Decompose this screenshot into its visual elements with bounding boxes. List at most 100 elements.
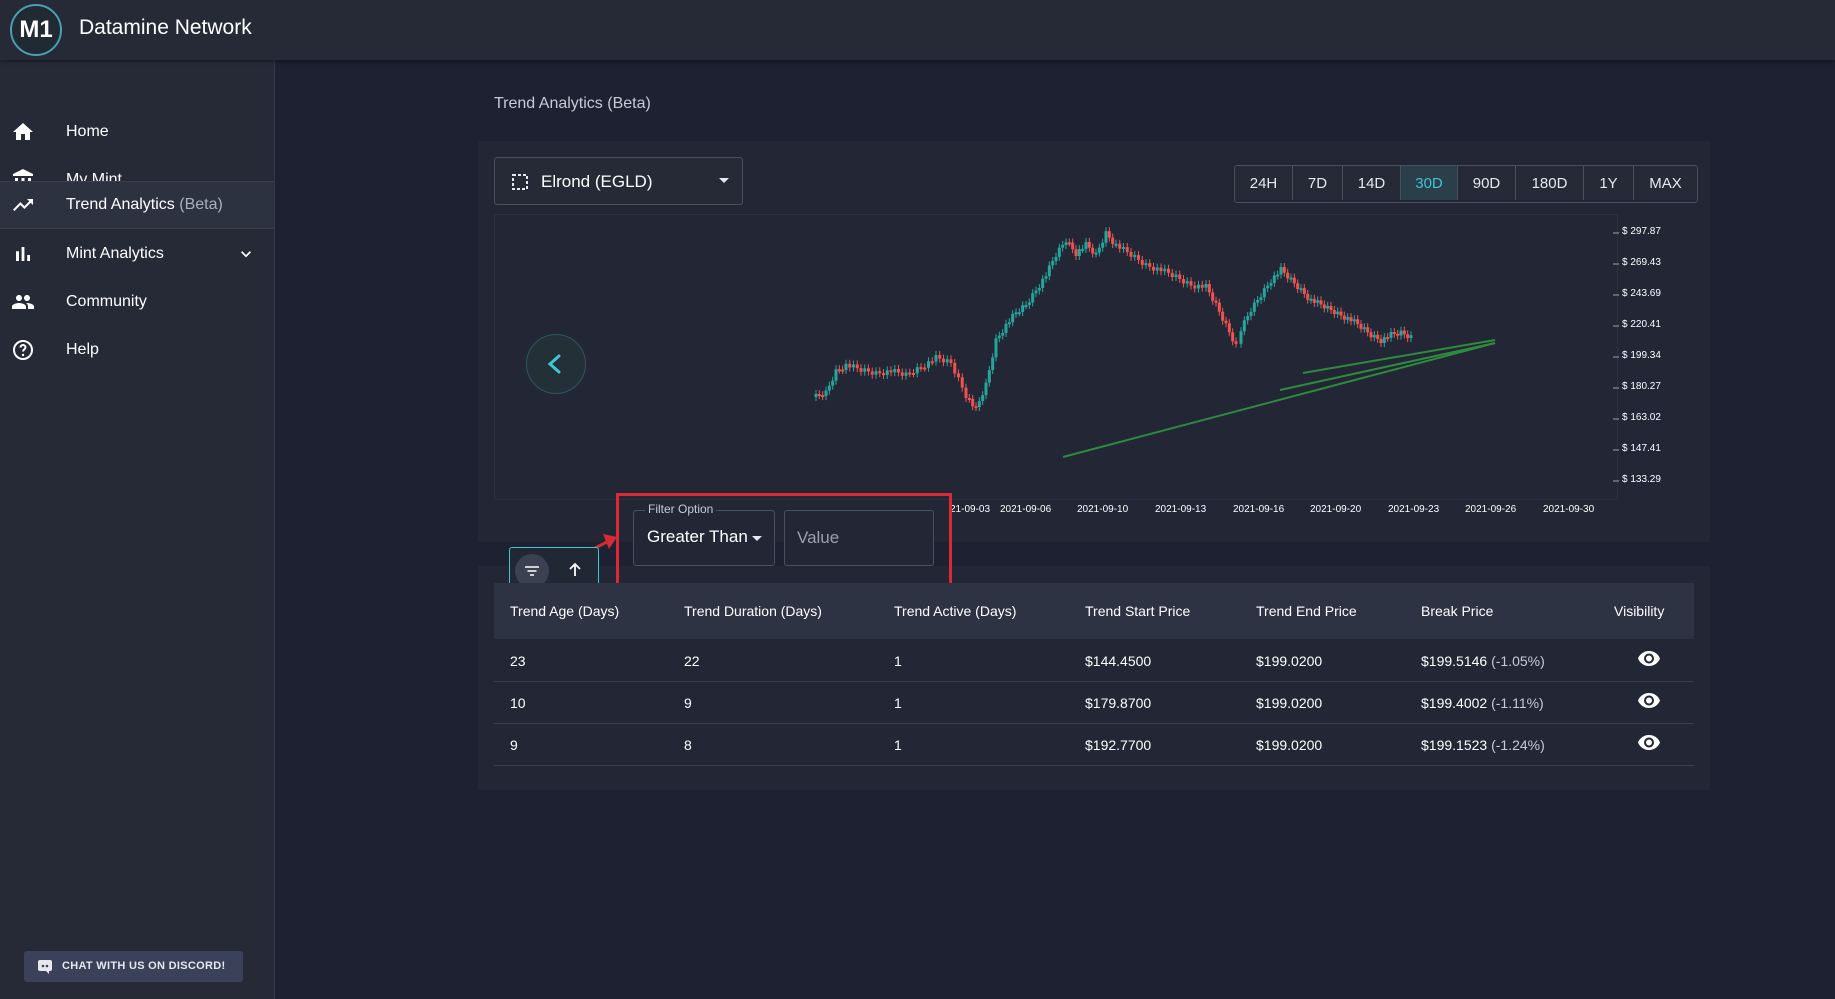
arrow-up-icon[interactable] (566, 561, 584, 579)
chart-back-button[interactable] (526, 334, 586, 394)
sidebar-item-label-text: Trend Analytics (66, 196, 175, 213)
candle (1071, 242, 1075, 250)
date-axis: 21-09-03 2021-09-06 2021-09-10 2021-09-1… (950, 504, 1650, 520)
price-tick: $ 147.41 (1622, 443, 1661, 454)
candle (1017, 312, 1021, 315)
column-header[interactable]: Visibility (1614, 603, 1664, 619)
eye-icon[interactable] (1637, 648, 1661, 668)
sidebar-item-mint-analytics[interactable]: Mint Analytics (0, 230, 274, 278)
price-chart[interactable] (494, 214, 1619, 501)
candle (1137, 255, 1140, 260)
candle (1024, 305, 1028, 307)
candle (1094, 252, 1098, 255)
eye-icon[interactable] (1637, 732, 1661, 752)
table-row[interactable]: 23 22 1 $144.4500 $199.0200 $199.5146 (-… (494, 639, 1694, 682)
candle (1269, 283, 1273, 286)
break-price-percent: (-1.24%) (1491, 737, 1545, 753)
candle (1097, 247, 1101, 253)
candle (942, 358, 945, 363)
candle (1011, 314, 1015, 323)
column-header[interactable]: Trend Active (Days) (894, 603, 1016, 619)
candle (1336, 311, 1340, 315)
candle (855, 364, 859, 369)
candle (1037, 288, 1041, 291)
candle (831, 380, 835, 386)
sidebar-item-trend-analytics[interactable]: Trend Analytics (Beta) (0, 181, 274, 229)
cell-duration: 9 (684, 695, 692, 711)
range-button-max[interactable]: MAX (1634, 166, 1697, 200)
candle (1349, 317, 1353, 322)
coin-select[interactable]: Elrond (EGLD) (494, 157, 743, 205)
page-title: Trend Analytics (Beta) (494, 95, 651, 112)
trending-up-icon (13, 199, 33, 211)
candle (1306, 293, 1310, 300)
candle (1399, 330, 1403, 336)
candle (1396, 333, 1400, 336)
candle (1031, 293, 1035, 303)
candle (1356, 319, 1360, 325)
candle (1193, 285, 1197, 289)
candle (1296, 283, 1300, 290)
candle (1402, 330, 1406, 335)
sidebar-item-help[interactable]: Help (0, 326, 274, 374)
range-button-14d[interactable]: 14D (1343, 166, 1401, 200)
range-button-24h[interactable]: 24H (1235, 166, 1293, 200)
candle (934, 355, 938, 362)
candle (1122, 247, 1125, 249)
candle (1014, 312, 1018, 315)
candle (1276, 274, 1280, 277)
eye-icon[interactable] (1637, 690, 1661, 710)
candle (824, 390, 828, 397)
candle (971, 398, 975, 407)
candle (1239, 331, 1243, 344)
candle (967, 398, 971, 400)
trend-line[interactable] (1279, 342, 1496, 391)
chevron-left-icon (547, 354, 561, 374)
column-header[interactable]: Trend Duration (Days) (684, 603, 822, 619)
candle (1067, 242, 1071, 245)
candle (987, 370, 991, 383)
column-header[interactable]: Break Price (1421, 603, 1493, 619)
candle (1362, 327, 1366, 330)
table-row[interactable]: 10 9 1 $179.8700 $199.0200 $199.4002 (-1… (494, 681, 1694, 724)
table-row[interactable]: 9 8 1 $192.7700 $199.0200 $199.1523 (-1.… (494, 723, 1694, 766)
range-button-30d[interactable]: 30D (1401, 166, 1458, 200)
candle (1316, 300, 1320, 303)
candlestick-chart[interactable] (495, 215, 1619, 501)
price-axis: $ 297.87 $ 269.43 $ 243.69 $ 220.41 $ 19… (1622, 214, 1722, 500)
sidebar-item-home[interactable]: Home (0, 108, 274, 156)
candle (984, 382, 988, 396)
candle (1001, 333, 1005, 336)
candle (1319, 300, 1323, 305)
chevron-down-icon[interactable] (236, 244, 256, 264)
range-button-90d[interactable]: 90D (1458, 166, 1516, 200)
candle (977, 401, 981, 407)
candle (1114, 243, 1118, 246)
candle (1286, 272, 1290, 279)
range-button-180d[interactable]: 180D (1516, 166, 1584, 200)
date-tick: 2021-09-23 (1388, 504, 1440, 515)
datamine-logo[interactable]: M1 (10, 4, 62, 56)
range-button-1y[interactable]: 1Y (1584, 166, 1634, 200)
range-button-7d[interactable]: 7D (1293, 166, 1343, 200)
candle (817, 394, 821, 396)
candle (1107, 231, 1111, 238)
candle (1359, 324, 1363, 329)
sidebar-item-label: Community (66, 293, 147, 310)
candle (1227, 323, 1231, 333)
sidebar-item-community[interactable]: Community (0, 278, 274, 326)
column-header[interactable]: Trend End Price (1256, 603, 1357, 619)
column-header[interactable]: Trend Start Price (1085, 603, 1190, 619)
price-tick: $ 269.43 (1622, 257, 1661, 268)
trend-line[interactable] (1062, 342, 1496, 458)
app-title: Datamine Network (79, 16, 252, 39)
candle (1200, 284, 1204, 288)
cell-break-price: $199.4002 (-1.11%) (1421, 695, 1544, 711)
cell-duration: 8 (684, 737, 692, 753)
date-tick: 2021-09-10 (1077, 504, 1129, 515)
cell-break-price: $199.1523 (-1.24%) (1421, 737, 1545, 753)
discord-chat-button[interactable]: CHAT WITH US ON DISCORD! (24, 951, 243, 982)
candle (1051, 261, 1055, 266)
cell-age: 23 (510, 653, 526, 669)
column-header[interactable]: Trend Age (Days) (510, 603, 619, 619)
